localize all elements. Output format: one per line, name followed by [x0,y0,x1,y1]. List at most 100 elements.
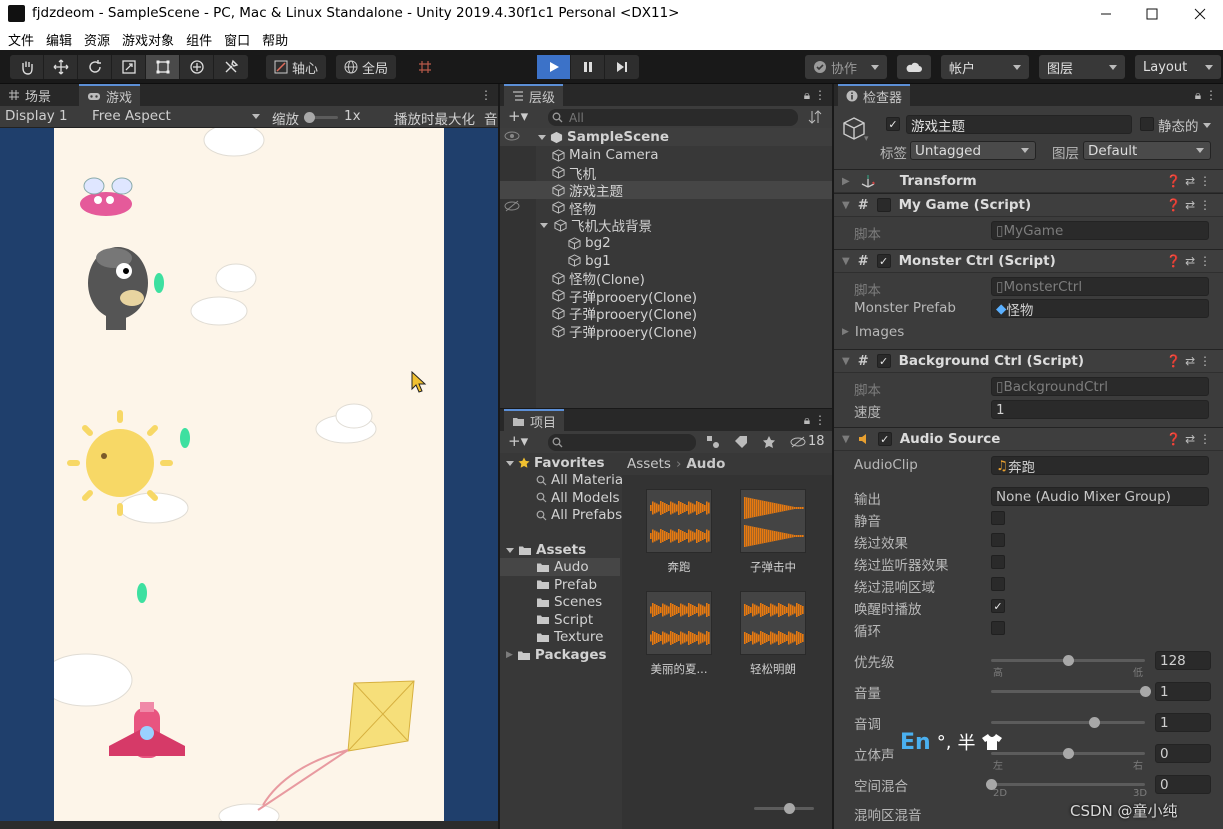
lock-icon[interactable]: 🔒︎ ⋮ [1195,88,1217,103]
audio-toggle-checkbox[interactable] [991,555,1005,569]
audio-toggle-checkbox[interactable]: ✓ [991,599,1005,613]
game-screen[interactable] [54,128,444,821]
transform-tool-icon[interactable] [180,55,214,79]
pitch-value[interactable]: 1 [1155,713,1211,732]
hierarchy-item[interactable]: 飞机 [552,164,596,183]
scene-root[interactable]: SampleScene [538,128,669,146]
volume-slider[interactable] [991,690,1145,693]
hierarchy-item[interactable]: bg2 [568,234,611,252]
spatial-blend-slider[interactable] [991,783,1145,786]
filter-type-icon[interactable] [706,435,720,449]
breadcrumb-assets[interactable]: Assets [627,456,671,472]
hierarchy-item[interactable]: 游戏主题 [552,181,623,200]
menu-component[interactable]: 组件 [186,30,212,49]
layout-dropdown[interactable]: Layout [1135,55,1221,79]
object-name-input[interactable]: 游戏主题 [906,115,1132,134]
component-menu-icons[interactable]: ❓ ⇄ ⋮ [1166,198,1211,212]
tab-hierarchy[interactable]: 层级 [504,84,564,106]
script-field[interactable]: ▯ MonsterCtrl [991,277,1209,296]
panel-menu-icon[interactable]: ⋮ [480,88,492,102]
tab-scene[interactable]: 场景 [0,84,59,106]
hierarchy-item[interactable]: 飞机大战背景 [540,216,652,235]
favorites-folder[interactable]: Favorites [506,454,605,472]
stereo-pan-slider-knob[interactable] [1063,748,1074,759]
account-dropdown[interactable]: 帐户 [941,55,1029,79]
assets-folder[interactable]: Assets [506,541,586,559]
audio-toggle-checkbox[interactable] [991,577,1005,591]
tab-project[interactable]: 项目 [504,409,565,431]
display-dropdown[interactable]: Display 1 [5,108,68,124]
ime-indicator[interactable]: En °, 半 [900,729,1003,755]
component-menu-icons[interactable]: ❓ ⇄ ⋮ [1166,254,1211,268]
rotate-tool-icon[interactable] [78,55,112,79]
menu-file[interactable]: 文件 [8,30,34,49]
pause-button[interactable] [571,55,605,79]
hierarchy-item[interactable]: Main Camera [552,146,659,164]
asset-folder[interactable]: Audo [536,558,589,576]
hidden-eye-icon[interactable] [504,200,520,212]
priority-slider-knob[interactable] [1063,655,1074,666]
audiosource-header[interactable]: ▼ ✓ Audio Source ❓ ⇄ ⋮ [834,427,1223,451]
play-button[interactable] [537,55,571,79]
menu-gameobject[interactable]: 游戏对象 [122,30,174,49]
asset-folder[interactable]: Texture [536,628,603,646]
scale-slider-knob[interactable] [304,112,315,123]
transform-header[interactable]: ▶ Transform ❓ ⇄ ⋮ [834,169,1223,193]
images-foldout[interactable]: ▶ Images [842,324,904,340]
packages-folder[interactable]: ▶ Packages [506,646,607,664]
audioclip-field[interactable]: ♫ 奔跑 [991,456,1209,475]
tab-game[interactable]: 游戏 [79,84,141,106]
add-button[interactable]: +▾ [508,107,528,125]
mygame-header[interactable]: ▼ # My Game (Script) ❓ ⇄ ⋮ [834,193,1223,217]
mute-audio-toggle[interactable]: 音 [484,108,498,128]
cloud-button[interactable] [897,55,931,79]
audio-asset-thumbnail[interactable] [740,489,806,553]
favorites-item[interactable]: All Prefabs [536,506,622,524]
layers-dropdown[interactable]: 图层 [1039,55,1125,79]
volume-slider-knob[interactable] [1140,686,1151,697]
scale-tool-icon[interactable] [112,55,146,79]
tag-dropdown[interactable]: Untagged [910,141,1036,160]
static-dropdown[interactable]: 静态的 [1158,115,1211,135]
global-toggle[interactable]: 全局 [336,55,397,79]
monster-prefab-field[interactable]: ◆ 怪物 [991,299,1209,318]
pivot-toggle[interactable]: 轴心 [266,55,327,79]
backgroundctrl-header[interactable]: ▼ # ✓ Background Ctrl (Script) ❓ ⇄ ⋮ [834,349,1223,373]
project-search[interactable] [548,434,696,451]
menu-help[interactable]: 帮助 [262,30,288,49]
asset-folder[interactable]: Scenes [536,593,602,611]
pitch-slider-knob[interactable] [1089,717,1101,728]
lock-icon[interactable]: 🔒︎ ⋮ [804,88,826,103]
component-menu-icons[interactable]: ❓ ⇄ ⋮ [1166,432,1211,446]
layer-dropdown[interactable]: Default [1083,141,1211,160]
component-enabled-checkbox[interactable]: ✓ [877,432,892,446]
monsterctrl-header[interactable]: ▼ # ✓ Monster Ctrl (Script) ❓ ⇄ ⋮ [834,249,1223,273]
icon-size-knob[interactable] [784,803,795,814]
maximize-on-play-toggle[interactable]: 播放时最大化 [394,108,475,128]
hierarchy-item[interactable]: 子弹prooery(Clone) [552,322,697,341]
hierarchy-item[interactable]: 子弹prooery(Clone) [552,287,697,306]
component-menu-icons[interactable]: ❓ ⇄ ⋮ [1166,354,1211,368]
pitch-slider[interactable] [991,721,1145,724]
speed-input[interactable]: 1 [991,400,1209,419]
sort-icon[interactable] [808,110,822,124]
audio-toggle-checkbox[interactable] [991,621,1005,635]
hand-tool-icon[interactable] [10,55,44,79]
grid-snap-button[interactable] [408,55,442,79]
lock-icon[interactable]: 🔒︎ ⋮ [804,413,826,428]
rect-tool-icon[interactable] [146,55,180,79]
tab-inspector[interactable]: 检查器 [838,84,911,106]
hierarchy-search[interactable]: All [548,109,798,126]
hidden-packages-toggle[interactable]: 18 [790,434,825,449]
menu-assets[interactable]: 资源 [84,30,110,49]
priority-value[interactable]: 128 [1155,651,1211,670]
hierarchy-item[interactable]: 怪物(Clone) [552,269,645,288]
audio-toggle-checkbox[interactable] [991,511,1005,525]
script-field[interactable]: ▯ BackgroundCtrl [991,377,1209,396]
asset-folder[interactable]: Prefab [536,576,597,594]
component-enabled-checkbox[interactable]: ✓ [876,254,891,268]
eye-icon[interactable] [504,130,520,142]
favorites-item[interactable]: All Materia [536,471,623,489]
hierarchy-item[interactable]: 子弹prooery(Clone) [552,304,697,323]
component-enabled-checkbox[interactable] [876,198,891,212]
